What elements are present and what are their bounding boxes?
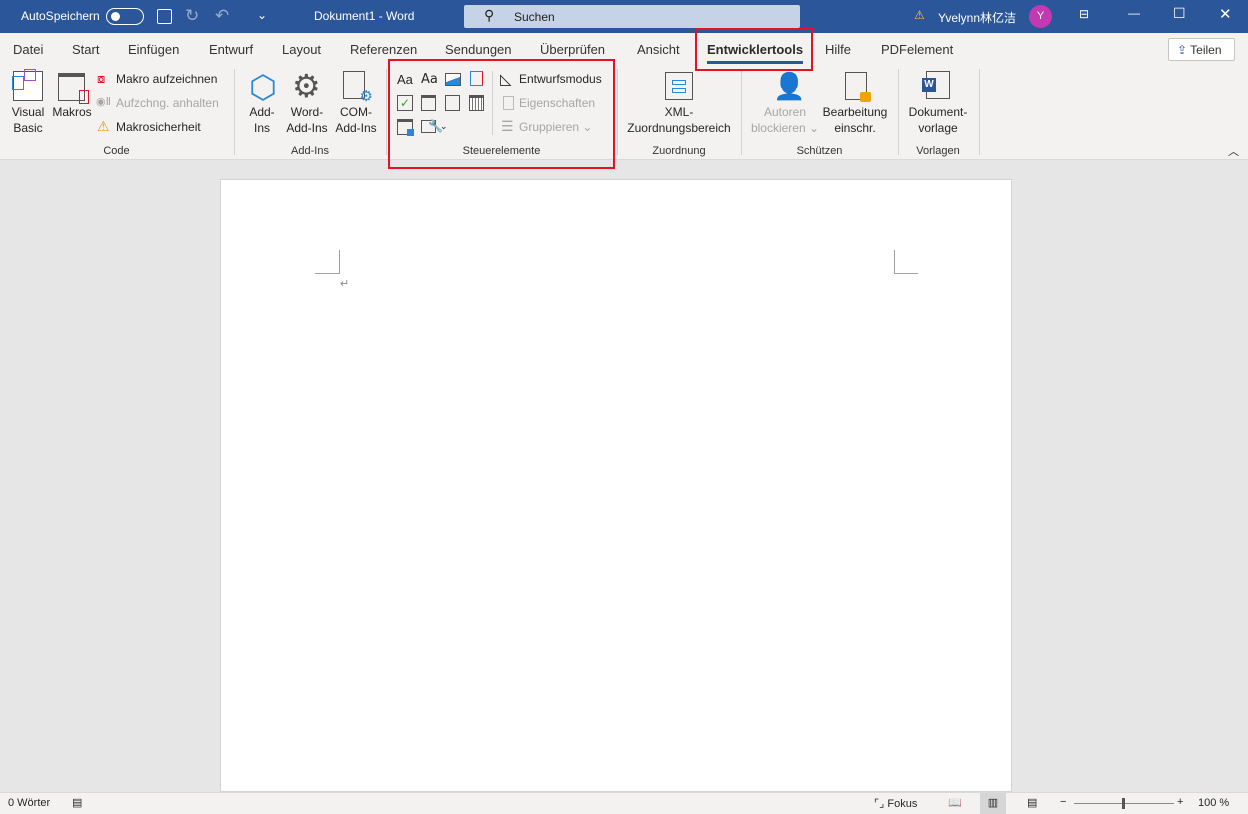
- document-title: Dokument1 - Word: [314, 9, 415, 23]
- status-bar: 0 Wörter ▤ ⌜⌟ Fokus 📖 ▥ ▤ − + 100 %: [0, 792, 1248, 814]
- customize-qat-icon[interactable]: ⌄: [257, 8, 267, 22]
- search-box[interactable]: ⚲ Suchen: [464, 5, 800, 28]
- collapse-ribbon-icon[interactable]: ︿: [1228, 143, 1239, 159]
- tab-referenzen[interactable]: Referenzen: [350, 42, 417, 57]
- block-authors-icon: 👤: [773, 71, 806, 101]
- com-addins-icon[interactable]: ⚙: [343, 71, 373, 105]
- record-macro-button[interactable]: Makro aufzeichnen: [116, 72, 217, 86]
- group-divider: [979, 69, 980, 155]
- undo-icon[interactable]: ↶: [215, 6, 229, 26]
- record-macro-icon: ⧇: [97, 71, 106, 86]
- pause-recording-button: Aufzchng. anhalten: [116, 96, 219, 110]
- tab-einfuegen[interactable]: Einfügen: [128, 42, 179, 57]
- tab-entwurf[interactable]: Entwurf: [209, 42, 253, 57]
- group-label-protect: Schützen: [796, 145, 843, 157]
- restrict-editing-icon[interactable]: [845, 72, 871, 102]
- tab-start[interactable]: Start: [72, 42, 99, 57]
- warning-icon: ⚠: [914, 8, 925, 22]
- margin-mark-left: [315, 250, 340, 274]
- share-button[interactable]: ⇪ Teilen: [1168, 38, 1235, 61]
- autosave-toggle[interactable]: [106, 8, 144, 25]
- maximize-icon[interactable]: ☐: [1173, 5, 1186, 22]
- zoom-slider[interactable]: [1074, 798, 1174, 809]
- tab-datei[interactable]: Datei: [13, 42, 43, 57]
- paragraph-mark-icon: ↵: [340, 278, 350, 290]
- accessibility-icon[interactable]: ▤: [72, 796, 82, 809]
- web-layout-icon[interactable]: ▤: [1027, 796, 1037, 809]
- highlight-box-tab: [695, 28, 813, 71]
- group-divider: [234, 69, 235, 155]
- save-icon[interactable]: [157, 9, 172, 24]
- zoom-slider-thumb[interactable]: [1122, 798, 1125, 809]
- tab-sendungen[interactable]: Sendungen: [445, 42, 512, 57]
- macros-button[interactable]: Makros: [51, 104, 93, 120]
- search-placeholder: Suchen: [514, 10, 555, 24]
- visual-basic-icon[interactable]: [12, 69, 43, 101]
- avatar[interactable]: Y: [1029, 5, 1052, 28]
- ribbon-display-icon[interactable]: ⊟: [1079, 7, 1089, 21]
- document-template-icon[interactable]: W: [922, 71, 950, 99]
- group-label-templates: Vorlagen: [916, 145, 960, 157]
- document-template-button[interactable]: Dokument-vorlage: [903, 104, 973, 136]
- group-divider: [741, 69, 742, 155]
- ribbon-tabs: Datei Start Einfügen Entwurf Layout Refe…: [0, 33, 1248, 65]
- word-addins-icon[interactable]: ⚙: [292, 69, 321, 103]
- xml-mapping-button[interactable]: XML- Zuordnungsbereich: [622, 104, 736, 136]
- zoom-level[interactable]: 100 %: [1198, 797, 1229, 809]
- addins-icon[interactable]: ⬡: [249, 71, 277, 103]
- tab-ueberpruefen[interactable]: Überprüfen: [540, 42, 605, 57]
- margin-mark-right: [894, 250, 918, 274]
- macro-security-button[interactable]: Makrosicherheit: [116, 120, 201, 134]
- xml-mapping-icon[interactable]: [665, 72, 693, 100]
- read-mode-icon[interactable]: 📖: [948, 796, 962, 809]
- zoom-in-button[interactable]: +: [1177, 796, 1183, 808]
- tab-layout[interactable]: Layout: [282, 42, 321, 57]
- group-label-code: Code: [103, 145, 130, 157]
- group-divider: [386, 69, 387, 155]
- document-page[interactable]: ↵: [220, 179, 1012, 792]
- word-count[interactable]: 0 Wörter: [8, 797, 50, 809]
- title-bar: AutoSpeichern ↻ ↶ ⌄ Dokument1 - Word ⚲ S…: [0, 0, 1248, 33]
- redo-icon[interactable]: ↻: [185, 6, 199, 26]
- minimize-icon[interactable]: —: [1128, 6, 1140, 20]
- visual-basic-button[interactable]: Visual Basic: [8, 104, 48, 136]
- print-layout-button[interactable]: ▥: [980, 793, 1006, 814]
- group-label-addins: Add-Ins: [291, 145, 329, 157]
- tab-hilfe[interactable]: Hilfe: [825, 42, 851, 57]
- group-label-mapping: Zuordnung: [652, 145, 706, 157]
- focus-button[interactable]: ⌜⌟ Fokus: [874, 797, 917, 810]
- close-icon[interactable]: ✕: [1219, 5, 1232, 23]
- block-authors-button: Autoren blockieren ⌄: [750, 105, 820, 135]
- addins-button[interactable]: Add- Ins: [243, 104, 281, 136]
- user-name[interactable]: Yvelynn林亿洁: [938, 9, 1016, 26]
- macro-security-icon: ⚠: [97, 118, 110, 134]
- share-label: Teilen: [1190, 43, 1222, 57]
- com-addins-button[interactable]: COM- Add-Ins: [333, 104, 379, 136]
- ribbon: Visual Basic Makros ⧇ Makro aufzeichnen ◉…: [0, 65, 1248, 160]
- search-icon: ⚲: [484, 7, 495, 23]
- highlight-box-controls: [388, 59, 615, 169]
- autosave-label: AutoSpeichern: [21, 9, 100, 23]
- tab-ansicht[interactable]: Ansicht: [637, 42, 680, 57]
- pause-recording-icon: ◉Ⅱ: [96, 96, 112, 108]
- tab-pdfelement[interactable]: PDFelement: [881, 42, 953, 57]
- group-divider: [898, 69, 899, 155]
- restrict-editing-button[interactable]: Bearbeitung einschr.: [820, 104, 890, 136]
- zoom-out-button[interactable]: −: [1060, 796, 1066, 808]
- word-addins-button[interactable]: Word- Add-Ins: [284, 104, 330, 136]
- group-divider: [617, 69, 618, 155]
- macros-icon[interactable]: [58, 73, 89, 104]
